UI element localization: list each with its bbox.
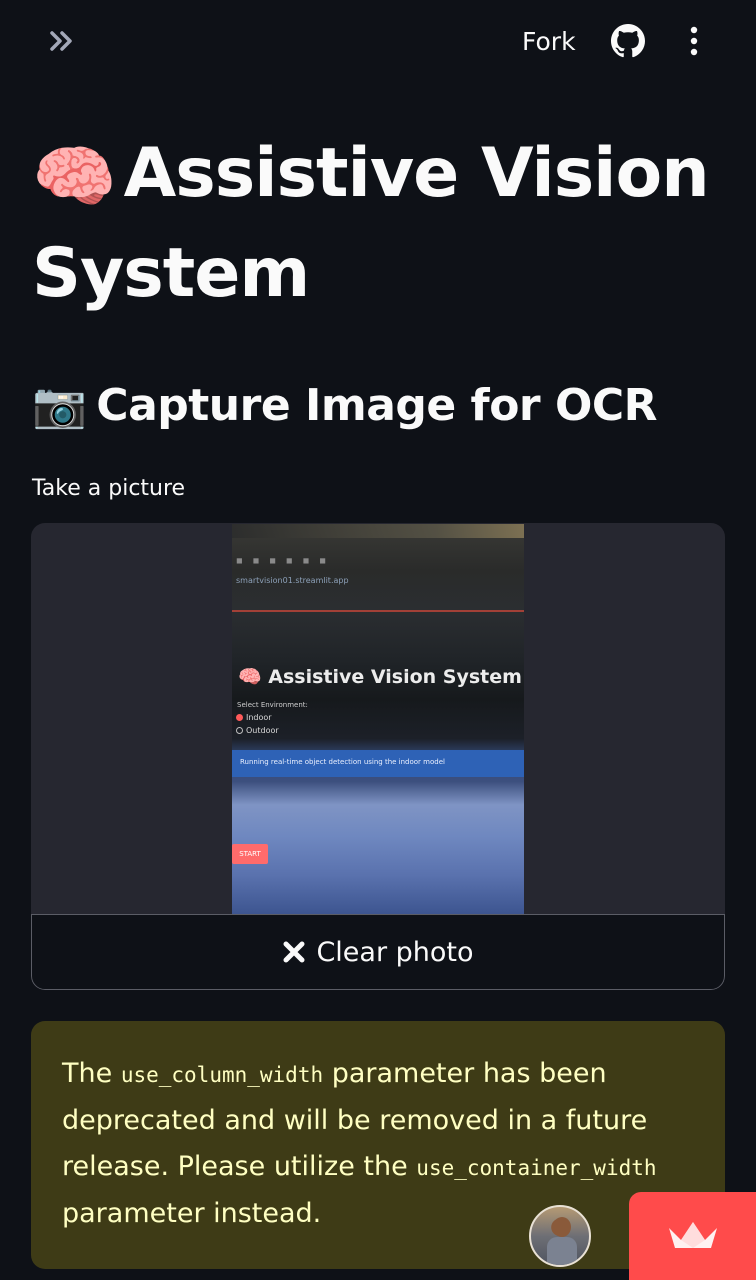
radio-selected-icon	[236, 714, 243, 721]
main-menu-button[interactable]	[680, 22, 708, 60]
github-button[interactable]	[609, 22, 647, 60]
photo-radio-outdoor: Outdoor	[236, 726, 279, 735]
photo-accent-line	[232, 610, 524, 612]
double-chevron-right-icon	[50, 31, 72, 51]
github-icon	[611, 24, 645, 58]
clear-photo-label: Clear photo	[316, 936, 474, 968]
creator-avatar[interactable]	[529, 1205, 591, 1267]
section-subheader-text: Capture Image for OCR	[96, 380, 658, 431]
page-title-text: Assistive Vision System	[32, 134, 710, 313]
warning-text-1: The	[62, 1058, 121, 1089]
photo-app-title: 🧠 Assistive Vision System	[238, 666, 522, 688]
brain-icon: 🧠	[32, 138, 117, 217]
photo-radio-indoor-label: Indoor	[246, 713, 272, 722]
photo-radio-outdoor-label: Outdoor	[246, 726, 279, 735]
deprecation-warning: The use_column_width parameter has been …	[31, 1021, 725, 1269]
fork-button[interactable]: Fork	[512, 22, 586, 60]
warning-text-3: parameter instead.	[62, 1198, 322, 1229]
captured-photo: ◼ ◼ ◼ ◼ ◼ ◼ smartvision01.streamlit.app 🧠 Ass…	[232, 524, 524, 914]
avatar-head	[553, 1217, 571, 1237]
vertical-ellipsis-icon	[690, 26, 698, 56]
section-subheader: 📷 Capture Image for OCR	[32, 372, 658, 440]
app-header: Fork	[0, 0, 756, 82]
close-icon	[283, 941, 305, 963]
photo-info-banner: Running real-time object detection using…	[232, 750, 524, 777]
clear-photo-button[interactable]: Clear photo	[31, 914, 725, 990]
photo-start-button: START	[232, 844, 268, 864]
warning-code-1: use_column_width	[120, 1063, 324, 1087]
page-title: 🧠 Assistive Vision System	[32, 126, 732, 322]
photo-env-label: Select Environment:	[237, 701, 308, 709]
photo-url-bar: smartvision01.streamlit.app	[236, 576, 349, 585]
app-page: Fork 🧠 Assistive Vision System 📷 Capture I…	[0, 0, 756, 1280]
camera-input-widget: ◼ ◼ ◼ ◼ ◼ ◼ smartvision01.streamlit.app 🧠 Ass…	[31, 523, 725, 990]
expand-sidebar-button[interactable]	[44, 26, 80, 56]
camera-input-label: Take a picture	[32, 476, 186, 501]
crown-icon	[668, 1222, 717, 1248]
photo-browser-tabs: ◼ ◼ ◼ ◼ ◼ ◼	[236, 556, 326, 565]
photo-window-strip	[232, 524, 524, 538]
streamlit-badge[interactable]	[629, 1192, 756, 1280]
warning-code-2: use_container_width	[416, 1156, 657, 1180]
avatar-body	[547, 1237, 577, 1265]
photo-radio-indoor: Indoor	[236, 713, 272, 722]
camera-icon: 📷	[32, 380, 87, 431]
radio-empty-icon	[236, 727, 243, 734]
